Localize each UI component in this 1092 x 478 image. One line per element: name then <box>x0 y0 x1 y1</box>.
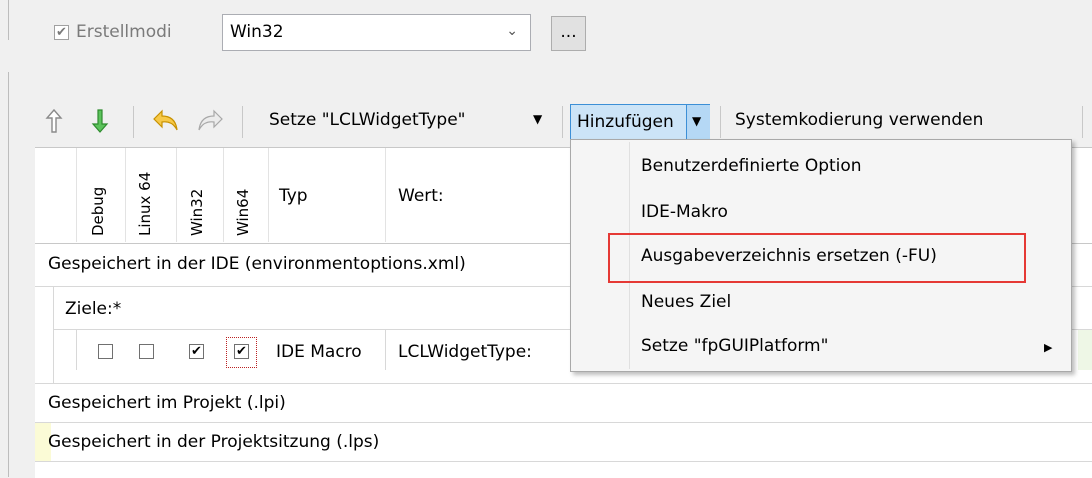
set-widget-type-button[interactable]: Setze "LCLWidgetType" ▼ <box>255 108 557 136</box>
group-session-label: Gespeichert in der Projektsitzung (.lps) <box>48 432 380 452</box>
row-type-cell: IDE Macro <box>276 342 362 362</box>
undo-icon <box>153 109 178 131</box>
header-separator <box>176 148 177 242</box>
more-button[interactable]: ... <box>551 16 586 51</box>
group-row-project[interactable]: Gespeichert im Projekt (.lpi) <box>35 384 1092 422</box>
header-separator <box>76 148 77 242</box>
header-separator <box>125 148 126 242</box>
more-button-label: ... <box>560 22 577 42</box>
toolbar-separator <box>242 106 243 138</box>
row-value-cell: LCLWidgetType: <box>398 342 532 362</box>
arrow-down-icon <box>91 109 109 133</box>
add-dropdown-part[interactable]: ▼ <box>686 105 710 139</box>
toolbar-separator <box>133 106 134 138</box>
menu-item-ide-macro[interactable]: IDE-Makro <box>641 202 728 222</box>
toolbar-separator <box>720 106 721 138</box>
menu-item-label: IDE-Makro <box>641 202 728 222</box>
check-mark-icon: ✔ <box>236 344 247 359</box>
menu-item-label: Neues Ziel <box>641 292 732 312</box>
left-border-lower <box>8 72 9 477</box>
highlight-box <box>608 233 1026 283</box>
submenu-arrow-icon: ▶ <box>1044 341 1053 354</box>
header-separator <box>223 148 224 242</box>
targets-group-label: Ziele:* <box>65 299 122 319</box>
toolbar-separator <box>562 106 563 138</box>
group-project-label: Gespeichert im Projekt (.lpi) <box>48 393 286 413</box>
chevron-down-icon: ⌄ <box>506 23 518 39</box>
row-checkbox-win64[interactable]: ✔ <box>234 344 249 359</box>
move-up-button[interactable] <box>44 108 70 134</box>
redo-icon <box>198 109 223 131</box>
group-ide-label: Gespeichert in der IDE (environmentoptio… <box>48 254 466 274</box>
build-mode-select[interactable]: Win32 ⌄ <box>222 14 531 51</box>
column-header-value: Wert: <box>398 186 444 206</box>
group-row-session[interactable]: Gespeichert in der Projektsitzung (.lps) <box>35 423 1092 461</box>
menu-item-custom-option[interactable]: Benutzerdefinierte Option <box>641 156 862 176</box>
toolbar-separator <box>1082 106 1083 138</box>
row-checkbox-debug[interactable] <box>98 344 113 359</box>
add-button[interactable]: Hinzufügen ▼ <box>570 104 710 140</box>
arrow-up-icon <box>45 108 63 133</box>
menu-item-set-fpgui-platform[interactable]: Setze "fpGUIPlatform" <box>641 336 828 356</box>
build-mode-value: Win32 <box>230 22 284 42</box>
column-header-debug: Debug <box>89 186 107 236</box>
system-encoding-button[interactable]: Systemkodierung verwenden <box>728 108 1073 136</box>
menu-item-new-target[interactable]: Neues Ziel <box>641 292 731 312</box>
undo-button[interactable] <box>152 108 182 136</box>
column-header-win64: Win64 <box>234 188 252 236</box>
set-widget-type-label: Setze "LCLWidgetType" <box>269 110 466 130</box>
dropdown-arrow-icon: ▼ <box>692 114 702 128</box>
build-modes-checkbox[interactable]: ✔ <box>54 25 69 40</box>
cell-separator <box>385 330 386 370</box>
header-separator <box>268 148 269 242</box>
system-encoding-label: Systemkodierung verwenden <box>735 110 984 130</box>
build-modes-label: Erstellmodi <box>76 22 172 42</box>
row-checkbox-linux64[interactable] <box>139 344 154 359</box>
dropdown-arrow-icon: ▼ <box>533 112 543 126</box>
menu-item-label: Setze "fpGUIPlatform" <box>641 336 829 356</box>
column-header-win32: Win32 <box>188 188 206 236</box>
add-button-label: Hinzufügen <box>577 112 674 132</box>
row-checkbox-win32[interactable]: ✔ <box>189 344 204 359</box>
move-down-button[interactable] <box>90 108 116 134</box>
check-mark-icon: ✔ <box>191 344 202 359</box>
menu-item-label: Benutzerdefinierte Option <box>641 156 862 176</box>
redo-button[interactable] <box>196 108 226 136</box>
row-separator <box>35 461 1092 462</box>
column-header-linux64: Linux 64 <box>136 171 154 236</box>
left-border <box>8 0 9 40</box>
column-header-type: Typ <box>279 186 308 206</box>
header-separator <box>385 148 386 242</box>
row-value-tint <box>1078 330 1092 370</box>
